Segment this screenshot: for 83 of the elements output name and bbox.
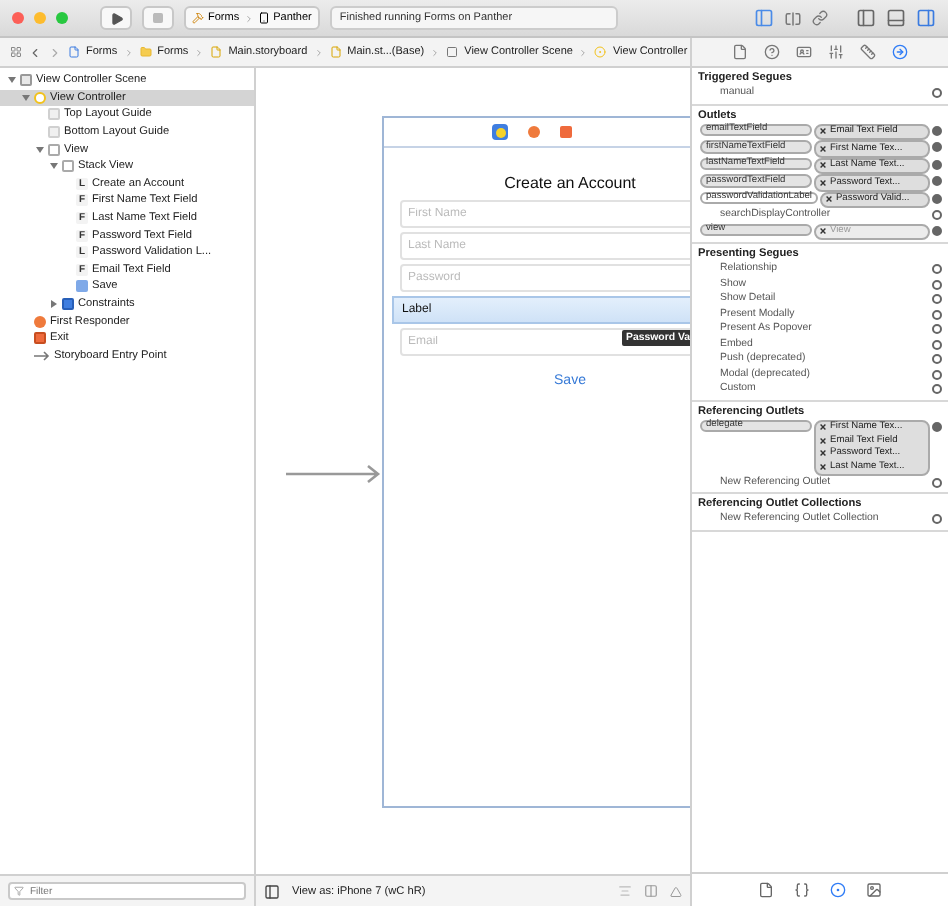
file-inspector-icon[interactable] [732, 44, 748, 60]
disconnect-icon[interactable] [820, 145, 826, 152]
object-library-icon[interactable] [830, 882, 846, 898]
identity-inspector-icon[interactable] [796, 44, 812, 60]
chevron-icon [430, 47, 441, 57]
inspector-toggle-icon[interactable] [916, 8, 936, 28]
folder-icon [139, 46, 152, 58]
disconnect-icon[interactable] [820, 128, 826, 135]
exit-icon [34, 332, 46, 345]
connection-circle[interactable] [932, 210, 942, 220]
chevron-icon [194, 47, 205, 57]
document-icon [68, 46, 80, 58]
back-icon[interactable] [28, 45, 42, 59]
disclosure-triangle-icon[interactable] [49, 300, 57, 309]
connection-circle[interactable] [932, 225, 942, 235]
connection-circle[interactable] [932, 384, 942, 394]
arrow-icon [34, 349, 50, 362]
connection-circle[interactable] [932, 142, 942, 152]
assistant-editor-icon[interactable] [784, 9, 802, 27]
connection-circle[interactable] [932, 324, 942, 334]
connection-circle[interactable] [932, 339, 942, 349]
help-inspector-icon[interactable] [764, 44, 780, 60]
document-icon [329, 46, 342, 58]
stop-icon [152, 12, 164, 24]
view-controller-icon [594, 46, 607, 58]
disconnect-icon[interactable] [820, 437, 826, 444]
outline-toggle-icon[interactable] [264, 883, 280, 899]
connection-circle[interactable] [932, 159, 942, 169]
view-controller-icon[interactable] [492, 124, 508, 140]
chevron-icon [578, 47, 589, 57]
connection-circle[interactable] [932, 125, 942, 135]
navigator-toggle-icon[interactable] [856, 8, 876, 28]
phone-icon [257, 12, 270, 24]
disconnect-icon[interactable] [820, 162, 826, 169]
constraints-icon [62, 298, 74, 311]
media-library-icon[interactable] [866, 882, 882, 898]
resolve-icon[interactable] [670, 885, 682, 897]
size-inspector-icon[interactable] [860, 44, 876, 60]
grid-icon[interactable] [10, 46, 22, 58]
editor-mode-icon[interactable] [754, 8, 774, 28]
debug-area-toggle-icon[interactable] [886, 8, 906, 28]
disconnect-icon[interactable] [820, 179, 826, 186]
code-library-icon[interactable] [794, 882, 810, 898]
scene-icon [20, 74, 32, 87]
hammer-icon [192, 12, 204, 24]
entry-point-arrow [286, 464, 382, 484]
chevron-icon [243, 13, 254, 23]
connection-circle[interactable] [932, 176, 942, 186]
document-icon [210, 46, 223, 58]
disclosure-triangle-icon[interactable] [21, 93, 29, 102]
connection-circle[interactable] [932, 421, 942, 431]
connection-circle[interactable] [932, 477, 942, 487]
connection-circle[interactable] [932, 264, 942, 274]
button-element-icon [76, 280, 88, 293]
scene-icon [446, 46, 459, 58]
play-icon [109, 11, 123, 25]
chevron-icon [313, 47, 324, 57]
disconnect-icon[interactable] [820, 450, 826, 457]
connection-circle[interactable] [932, 193, 942, 203]
form-title: Create an Account [502, 174, 638, 192]
connections-inspector-icon[interactable] [892, 44, 908, 60]
cube-icon [34, 315, 46, 328]
disconnect-icon[interactable] [820, 463, 826, 470]
disconnect-icon[interactable] [820, 424, 826, 431]
disclosure-triangle-icon[interactable] [35, 145, 43, 154]
connection-circle[interactable] [932, 369, 942, 379]
connection-circle[interactable] [932, 88, 942, 98]
run-button[interactable] [100, 6, 132, 30]
chevron-icon [123, 47, 134, 57]
disclosure-triangle-icon[interactable] [7, 76, 15, 85]
disconnect-icon[interactable] [820, 228, 826, 235]
connection-circle[interactable] [932, 294, 942, 304]
connection-circle[interactable] [932, 309, 942, 319]
disconnect-icon[interactable] [825, 196, 832, 203]
link-icon[interactable] [812, 10, 828, 26]
connection-circle[interactable] [932, 514, 942, 524]
connection-circle[interactable] [932, 354, 942, 364]
connection-circle[interactable] [932, 279, 942, 289]
attributes-inspector-icon[interactable] [828, 44, 844, 60]
disclosure-triangle-icon[interactable] [49, 162, 57, 171]
file-library-icon[interactable] [758, 882, 774, 898]
cube-icon[interactable] [528, 126, 540, 138]
view-controller-icon [34, 91, 46, 104]
